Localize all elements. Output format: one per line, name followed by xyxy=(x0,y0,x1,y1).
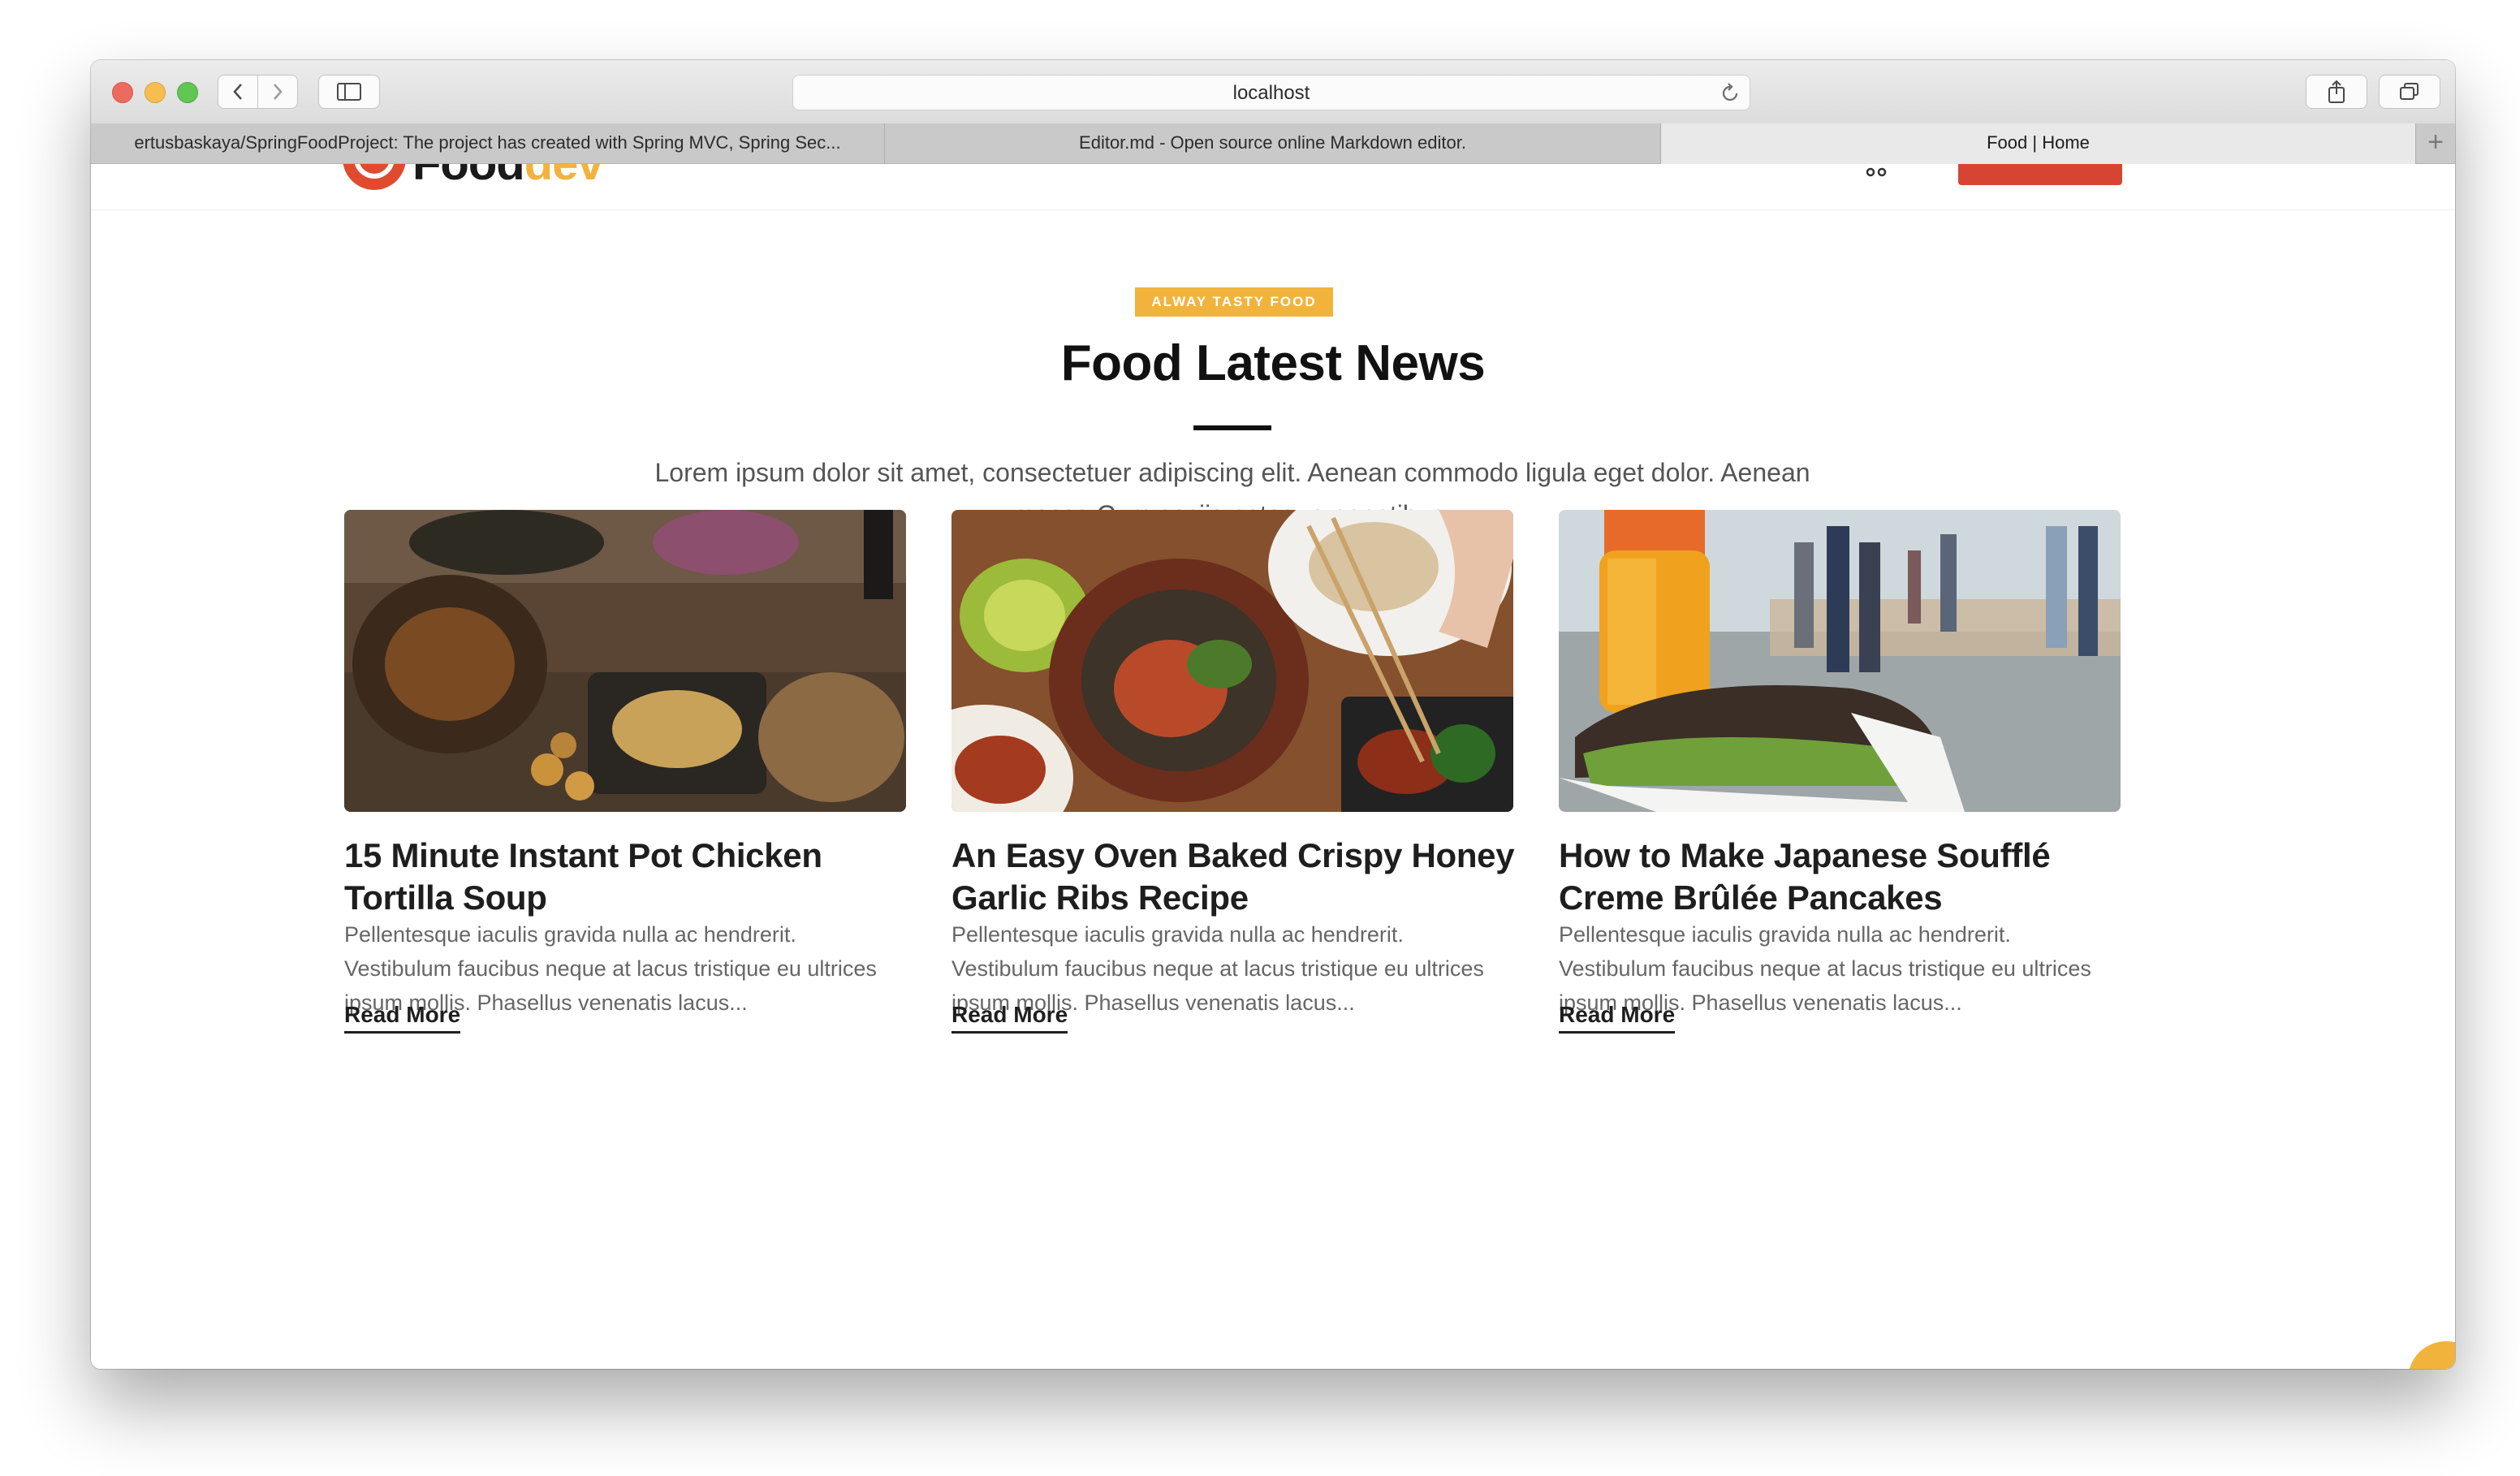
scroll-to-top-button[interactable] xyxy=(2408,1341,2455,1369)
new-tab-button[interactable]: + xyxy=(2416,123,2455,164)
back-button[interactable] xyxy=(218,75,258,109)
read-more-link[interactable]: Read More xyxy=(344,1002,461,1034)
sandwich-image xyxy=(1559,510,2121,812)
logo[interactable]: Fooddev xyxy=(412,164,604,191)
forward-button[interactable] xyxy=(257,75,298,109)
read-more-link[interactable]: Read More xyxy=(951,1002,1068,1034)
share-button[interactable] xyxy=(2306,75,2367,109)
order-button[interactable] xyxy=(1958,164,2122,185)
chevron-right-icon xyxy=(274,84,283,100)
section-badge: ALWAY TASTY FOOD xyxy=(1135,287,1333,317)
share-icon xyxy=(2328,80,2345,103)
tab-overview-button[interactable] xyxy=(2379,75,2440,109)
web-page: Fooddev ALWAY TASTY FOOD Food Latest New… xyxy=(91,164,2455,1369)
news-title[interactable]: How to Make Japanese Soufflé Creme Brûlé… xyxy=(1559,835,2127,919)
address-bar[interactable]: localhost xyxy=(792,75,1750,110)
logo-primary: Food xyxy=(412,164,525,190)
sidebar-toggle-button[interactable] xyxy=(318,75,380,109)
food-platter-image xyxy=(344,510,906,812)
close-window-button[interactable] xyxy=(112,82,133,103)
tab-editor-md[interactable]: Editor.md - Open source online Markdown … xyxy=(885,123,1661,164)
browser-window: localhost ertusbaskaya/SpringFoodProject… xyxy=(91,60,2455,1369)
tab-github[interactable]: ertusbaskaya/SpringFoodProject: The proj… xyxy=(91,123,885,164)
logo-accent: dev xyxy=(524,164,604,190)
chevron-left-icon xyxy=(233,84,242,100)
asian-bowl-image xyxy=(951,510,1513,812)
title-divider xyxy=(1193,425,1271,430)
tabs-icon xyxy=(2400,83,2419,100)
address-text: localhost xyxy=(1232,82,1310,104)
news-title[interactable]: 15 Minute Instant Pot Chicken Tortilla S… xyxy=(344,835,913,919)
sidebar-icon xyxy=(337,83,361,101)
tab-bar: ertusbaskaya/SpringFoodProject: The proj… xyxy=(91,123,2455,164)
minimize-window-button[interactable] xyxy=(145,82,166,103)
cart-icon[interactable] xyxy=(1861,164,1893,180)
chevron-up-icon xyxy=(2440,1368,2441,1369)
logo-icon[interactable] xyxy=(343,164,406,190)
tab-food-home[interactable]: Food | Home xyxy=(1661,123,2416,164)
news-image-food-platter[interactable] xyxy=(344,510,906,812)
section-title: Food Latest News xyxy=(1060,335,1486,391)
news-image-sandwich[interactable] xyxy=(1559,510,2121,812)
zoom-window-button[interactable] xyxy=(177,82,198,103)
news-title[interactable]: An Easy Oven Baked Crispy Honey Garlic R… xyxy=(951,835,1520,919)
title-bar: localhost xyxy=(91,60,2455,124)
reload-icon[interactable] xyxy=(1719,82,1741,105)
news-image-asian-bowl[interactable] xyxy=(951,510,1513,812)
read-more-link[interactable]: Read More xyxy=(1559,1002,1676,1034)
site-header: Fooddev xyxy=(91,164,2455,210)
